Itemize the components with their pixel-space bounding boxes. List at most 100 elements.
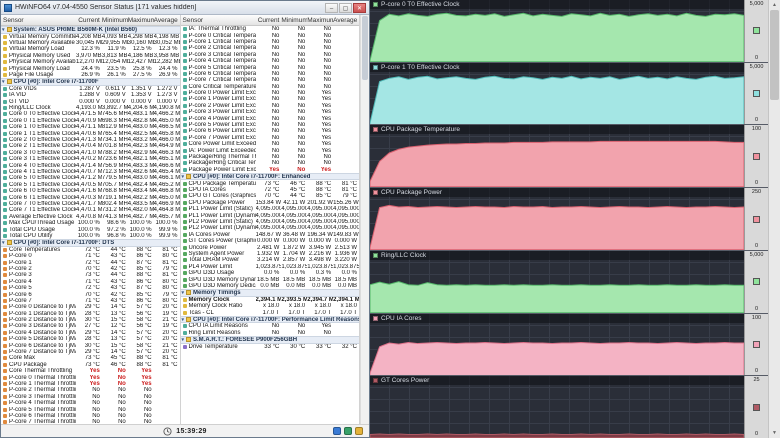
sensor-row[interactable]: IA: Thermal Throttling No No No <box>181 26 360 32</box>
sensor-row[interactable]: System Agent Power 1.932 W 1.704 W 2.216 W1… <box>181 251 360 257</box>
sensor-row[interactable]: P-core 4 Distance to TjMAX 29 °C 14 °C 57 °… <box>1 330 180 336</box>
graph-panel-1[interactable]: P-core 0 T0 Effective Clock 5,000 0 <box>370 0 768 63</box>
sensor-row[interactable]: P-core 2 Thermal Throttling No No No <box>1 387 180 393</box>
sensor-row[interactable]: Package/Ring Thermal Throttling No No No <box>181 154 360 160</box>
sensor-row[interactable]: Package/Ring Critical Temperature No No No <box>181 160 360 166</box>
maximize-button[interactable]: ▢ <box>339 2 352 13</box>
sensor-row[interactable]: P-core 0 Power Limit Exceeded No No Yes <box>181 90 360 96</box>
sensor-row[interactable]: PL1 Power Limit (Static)4,095.000 W4,095… <box>181 206 359 212</box>
sensor-row[interactable]: PL4 Power Limit1,023.875 W1,023.875 W1,0… <box>181 264 359 270</box>
graph-icon[interactable] <box>344 427 352 435</box>
sensor-row[interactable]: Core Thermal Throttling Yes No Yes <box>1 368 180 374</box>
sensor-row[interactable]: Total CPU Usage 100.0 % 97.2 % 100.0 % 99.9 … <box>1 226 180 233</box>
sensor-row[interactable]: P-core 5 Power Limit Exceeded No No Yes <box>181 122 360 128</box>
series-swatch[interactable] <box>753 278 760 286</box>
sensor-row[interactable]: P-core 7 Critical Temperature No No No <box>181 77 360 83</box>
column-header[interactable]: Average <box>154 17 180 24</box>
sensor-row[interactable]: PL2 Power Limit (Static)4,095.000 W4,095… <box>181 219 359 225</box>
section-header[interactable]: ▾ Memory Timings <box>180 289 359 297</box>
table-column-headers[interactable]: Sensor Current Minimum Maximum Average <box>180 15 359 26</box>
sensor-row[interactable]: IA VID 1.288 V 0.609 V 1.353 V 1.273 V <box>1 92 180 98</box>
sensor-row[interactable]: P-core 0 Thermal Throttling Yes No Yes <box>1 374 180 381</box>
collapse-icon[interactable]: ▾ <box>2 27 5 33</box>
series-swatch[interactable] <box>753 340 760 348</box>
sensor-row[interactable]: PL1 Power Limit (Dynamic)4,095.000 W4,09… <box>181 212 359 219</box>
sensor-row[interactable]: P-core 5 72 °C 43 °C 87 °C 80 °C <box>1 285 180 291</box>
sensor-row[interactable]: CPU GT Cores (Graphics) 70 °C 44 °C 85 °C 79… <box>181 193 360 199</box>
sensor-row[interactable]: Core 6 T0 Effective Clock4,471.6 MHz768.… <box>1 188 180 194</box>
sensor-row[interactable]: P-core 6 70 °C 42 °C 85 °C 79 °C <box>1 291 180 298</box>
sensor-row[interactable]: Memory Clock2,394.1 MHz2,393.5 MHz2,394.… <box>181 297 359 303</box>
sensor-row[interactable]: Core Critical Temperature No No No <box>181 84 360 90</box>
sensor-row[interactable]: Core 0 T1 Effective Clock4,470.9 MHz698.… <box>1 118 180 124</box>
scrollbar-track[interactable] <box>769 10 780 428</box>
graph-panel-2[interactable]: P-core 1 T0 Effective Clock 5,000 0 <box>370 62 768 126</box>
sensor-row[interactable]: Physical Memory Used 3,970 MB 3,813 MB 4,18… <box>1 53 180 59</box>
sensor-row[interactable]: P-core 6 Power Limit Exceeded No No Yes <box>181 128 360 134</box>
sensor-row[interactable]: P-core 4 Power Limit Exceeded No No Yes <box>181 115 360 122</box>
sensor-row[interactable]: P-core 3 Thermal Throttling No No No <box>1 394 180 400</box>
collapse-icon[interactable]: ▾ <box>2 240 5 246</box>
sensor-row[interactable]: P-core 4 71 °C 43 °C 86 °C 80 °C <box>1 279 180 285</box>
sensor-row[interactable]: Physical Memory Available12,270 MB12,054… <box>1 59 180 65</box>
sensor-row[interactable]: P-core 1 Thermal Throttling Yes No Yes <box>1 381 180 387</box>
sensor-row[interactable]: P-core 2 70 °C 42 °C 85 °C 79 °C <box>1 266 180 272</box>
sensor-row[interactable]: CPU IA Cores 72 °C 45 °C 88 °C 81 °C <box>181 187 360 193</box>
graph-panel-3[interactable]: CPU Package Temperature 100 0 <box>370 125 768 189</box>
sensor-row[interactable]: Core 1 T0 Effective Clock4,471.1 MHz812.… <box>1 124 180 130</box>
sensor-row[interactable]: IA: Power Limit Exceeded No No Yes <box>181 147 360 154</box>
section-header[interactable]: ▾ CPU [#0]: Intel Core i7-11700F: DTS <box>1 239 180 247</box>
graph-panel-4[interactable]: CPU Package Power 250 0 <box>370 188 768 251</box>
column-header[interactable]: Current <box>256 17 282 24</box>
column-header[interactable]: Sensor <box>181 17 256 24</box>
sensor-row[interactable]: Core Power Limit Exceeded No No Yes <box>181 141 360 147</box>
sensor-row[interactable]: P-core 7 Distance to TjMAX 29 °C 14 °C 57 °… <box>1 349 180 355</box>
sensor-row[interactable]: Core 2 T0 Effective Clock4,471.3 MHz734.… <box>1 137 180 143</box>
window-titlebar[interactable]: HWiNFO64 v7.04-4550 Sensor Status [171 v… <box>1 1 369 15</box>
column-header[interactable]: Sensor <box>1 17 76 24</box>
sensor-row[interactable]: Core 5 T1 Effective Clock4,470.5 MHz705.… <box>1 182 180 188</box>
column-header[interactable]: Minimum <box>102 17 128 24</box>
sensor-row[interactable]: GT Cores Power (Graphics) 0.000 W 0.000 W0… <box>181 238 360 244</box>
column-header[interactable]: Minimum <box>281 17 307 24</box>
graph-panel-6[interactable]: CPU IA Cores 100 0 <box>370 313 768 377</box>
sensor-row[interactable]: Page File Usage 26.9 % 26.1 % 27.5 % 26.9 % <box>1 72 180 78</box>
sensor-row[interactable]: Package Power Limit Exceeded Yes No Yes <box>181 167 360 173</box>
scroll-up-icon[interactable]: ▲ <box>772 0 777 10</box>
sensor-row[interactable]: P-core 3 Critical Temperature No No No <box>181 52 360 58</box>
sensor-row[interactable]: Drive Temperature 33 °C 30 °C 33 °C 32 °C <box>181 344 360 350</box>
sensor-row[interactable]: P-core 1 Distance to TjMAX 28 °C 13 °C 56 °… <box>1 311 180 317</box>
sensor-row[interactable]: P-core 2 Critical Temperature No No No <box>181 45 360 51</box>
sensor-row[interactable]: P-core 0 Critical Temperature No No No <box>181 32 360 39</box>
close-button[interactable]: ✕ <box>353 2 366 13</box>
collapse-icon[interactable]: ▾ <box>182 174 185 180</box>
sensor-row[interactable]: Physical Memory Load 24.4 % 23.5 % 25.8 % 24… <box>1 65 180 72</box>
sensor-row[interactable]: Max CPU/Thread Usage 100.0 % 98.6 % 100.0 %… <box>1 220 180 226</box>
sensor-row[interactable]: Virtual Memory Committed 4,208 MB 4,093 MB… <box>1 34 180 40</box>
sensor-row[interactable]: Core 4 T1 Effective Clock4,470.7 MHz712.… <box>1 169 180 175</box>
sensor-row[interactable]: P-core 2 Distance to TjMAX 30 °C 15 °C 58 °… <box>1 317 180 323</box>
sensor-row[interactable]: Core 6 T1 Effective Clock4,470.3 MHz719.… <box>1 194 180 201</box>
sensor-row[interactable]: Core 0 T0 Effective Clock4,471.5 MHz745.… <box>1 111 180 117</box>
sensor-row[interactable]: Core 4 T0 Effective Clock4,471.4 MHz756.… <box>1 162 180 169</box>
sensor-row[interactable]: GPU D3D Memory Dedicated 0.0 MB 0.0 MB 0.0 … <box>181 283 360 289</box>
sensor-row[interactable]: Core VIDs 1.287 V 0.611 V 1.351 V 1.272 V <box>1 86 180 92</box>
section-header[interactable]: ▾ CPU [#0]: Intel Core i7-11700F: Enhance… <box>180 172 359 181</box>
series-swatch[interactable] <box>753 90 760 98</box>
section-header[interactable]: ▾ S.M.A.R.T.: FORESEE P900F256GBH <box>180 336 359 344</box>
sensor-row[interactable]: Core 5 T0 Effective Clock4,471.2 MHz779.… <box>1 175 180 181</box>
graph-panel-7[interactable]: GT Cores Power 25 0 <box>370 376 768 438</box>
sensor-row[interactable]: P-core 0 Distance to TjMAX 29 °C 14 °C 57 °… <box>1 304 180 310</box>
sensor-list-scrollbar[interactable] <box>360 15 369 424</box>
column-header[interactable]: Average <box>333 17 359 24</box>
minimize-button[interactable]: – <box>325 2 338 13</box>
collapse-icon[interactable]: ▾ <box>2 79 5 85</box>
graphs-scrollbar[interactable]: ▲ ▼ <box>768 0 780 438</box>
sensor-row[interactable]: Memory Clock Ratio x 18.0 x 18.0 x 18.0 x 18… <box>181 303 360 309</box>
sensor-row[interactable]: P-core 6 Critical Temperature No No No <box>181 71 360 77</box>
sensor-row[interactable]: Uncore Power 2.481 W 1.872 W 3.945 W 2.513 W <box>181 244 360 251</box>
sensor-row[interactable]: P-core 6 Distance to TjMAX 30 °C 15 °C 58 °… <box>1 342 180 349</box>
sensor-row[interactable]: Core 7 T1 Effective Clock4,470.1 MHz731.… <box>1 207 180 213</box>
sensor-row[interactable]: Core 2 T1 Effective Clock4,470.4 MHz701.… <box>1 143 180 149</box>
sensor-row[interactable]: P-core 1 Critical Temperature No No No <box>181 39 360 45</box>
